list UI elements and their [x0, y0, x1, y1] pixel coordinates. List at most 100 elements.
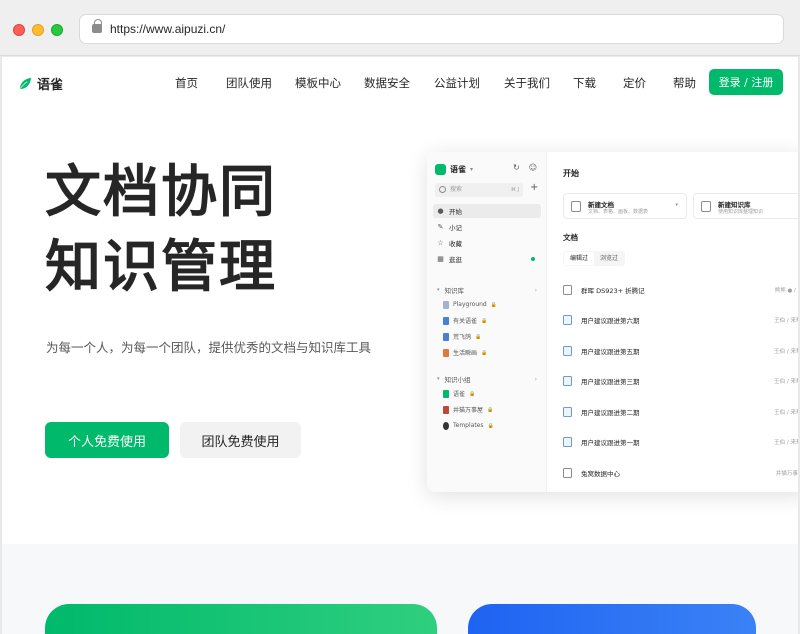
library-name: 有关语雀: [453, 318, 478, 325]
sidebar-item-label: 开始: [449, 208, 462, 216]
chevron-down-icon: ▾: [437, 376, 440, 382]
doc-row[interactable]: 兔窝数据中心 井猫万事屋 /: [563, 465, 798, 481]
lock-icon: 🔒: [475, 333, 482, 340]
doc-meta: 王伯 / 来帮语: [774, 349, 798, 355]
new-library-card[interactable]: 新建知识库 使用知识库整理知识: [693, 193, 798, 219]
sidebar-item-notes[interactable]: ✎ 小记: [433, 220, 541, 234]
lock-icon: [92, 19, 102, 33]
new-doc-icon: [571, 201, 581, 212]
minimize-window-button[interactable]: [32, 24, 44, 36]
maximize-window-button[interactable]: [51, 24, 63, 36]
pen-icon: ✎: [437, 223, 444, 231]
tab-viewed[interactable]: 浏览过: [594, 252, 624, 265]
library-name: Playground: [453, 301, 487, 308]
doc-name: 兔窝数据中心: [581, 470, 620, 478]
nav-security[interactable]: 数据安全: [364, 75, 410, 91]
book-icon: [443, 332, 449, 341]
logo-icon: [435, 164, 446, 175]
sidebar-item-explore[interactable]: ▦ 逛逛: [433, 252, 541, 266]
chevron-down-icon: ▾: [437, 287, 440, 293]
lock-icon: 🔒: [469, 390, 476, 397]
nav-download[interactable]: 下载: [573, 75, 596, 91]
group-item[interactable]: 井猫万事屋 🔒: [443, 403, 541, 416]
card-subtitle: 文档、表格、画板、数据表: [588, 209, 649, 215]
start-icon: ●: [437, 207, 444, 215]
group-name: 井猫万事屋: [453, 407, 484, 414]
groups-section-header[interactable]: ▾ 知识小组 ›: [437, 374, 537, 385]
add-icon[interactable]: +: [530, 182, 538, 193]
app-brand[interactable]: 语雀 ▾: [435, 164, 473, 175]
login-register-button[interactable]: 登录 / 注册: [709, 69, 783, 95]
main-title: 开始: [563, 169, 579, 178]
new-doc-card[interactable]: 新建文档 文档、表格、画板、数据表 ▾: [563, 193, 687, 219]
nav-team[interactable]: 团队使用: [226, 75, 272, 91]
refresh-icon[interactable]: ↻: [513, 163, 520, 172]
nav-about[interactable]: 关于我们: [504, 75, 550, 91]
library-section-header[interactable]: ▾ 知识库 ›: [437, 285, 537, 296]
sidebar-item-favorites[interactable]: ☆ 收藏: [433, 236, 541, 250]
brand-logo[interactable]: 语雀: [18, 74, 63, 93]
book-icon: [443, 316, 449, 325]
nav-help[interactable]: 帮助: [673, 75, 696, 91]
doc-icon: [563, 468, 572, 478]
tab-edited[interactable]: 编辑过: [564, 252, 595, 265]
doc-row[interactable]: 用户建议跟进第六期 王伯 / 来帮语: [563, 312, 798, 328]
sheet-icon: [563, 376, 572, 386]
hero-title-line1: 文档协同: [45, 160, 277, 225]
feature-card-team[interactable]: [468, 604, 756, 634]
doc-row[interactable]: 群晖 DS923+ 折腾记 熊熊 ● / 🐱 /: [563, 282, 798, 298]
nav-templates[interactable]: 模板中心: [295, 75, 341, 91]
doc-meta: 王伯 / 来帮语: [774, 379, 798, 385]
book-icon: [443, 300, 449, 309]
chevron-down-icon[interactable]: ▾: [675, 202, 678, 208]
sidebar-search-input[interactable]: 搜索 ⌘ J: [435, 183, 523, 197]
sheet-icon: [563, 315, 572, 325]
doc-meta: 王伯 / 来帮语: [774, 410, 798, 416]
lock-icon: 🔒: [487, 422, 494, 429]
lock-icon: 🔒: [490, 301, 497, 308]
lower-section: [2, 544, 798, 634]
search-placeholder: 搜索: [450, 186, 463, 193]
library-item[interactable]: 有关语雀 🔒: [443, 314, 541, 327]
doc-name: 用户建议跟进第二期: [581, 409, 640, 417]
nav-pricing[interactable]: 定价: [623, 75, 646, 91]
doc-meta: 王伯 / 来帮语: [774, 318, 798, 324]
library-item[interactable]: Playground 🔒: [443, 298, 541, 311]
chevron-down-icon: ▾: [470, 166, 474, 173]
personal-free-button[interactable]: 个人免费使用: [45, 422, 169, 458]
doc-name: 用户建议跟进第六期: [581, 317, 640, 325]
group-item[interactable]: 语雀 🔒: [443, 387, 541, 400]
lock-icon: 🔒: [481, 349, 488, 356]
nav-home[interactable]: 首页: [175, 75, 198, 91]
docs-section-title: 文档: [563, 233, 578, 242]
card-subtitle: 使用知识库整理知识: [718, 209, 764, 215]
doc-icon: [563, 285, 572, 295]
address-bar[interactable]: https://www.aipuzi.cn/: [79, 14, 784, 44]
avatar[interactable]: ☺: [529, 163, 537, 172]
sheet-icon: [563, 346, 572, 356]
sidebar-item-start[interactable]: ● 开始: [433, 204, 541, 218]
doc-meta: 熊熊 ● / 🐱 /: [774, 288, 798, 294]
sidebar-item-label: 逛逛: [449, 256, 462, 264]
library-item[interactable]: 荒飞鸽 🔒: [443, 330, 541, 343]
doc-name: 用户建议跟进第三期: [581, 378, 640, 386]
url-text[interactable]: https://www.aipuzi.cn/: [110, 22, 225, 36]
doc-row[interactable]: 用户建议跟进第三期 王伯 / 来帮语: [563, 373, 798, 389]
group-item[interactable]: Templates 🔒: [443, 419, 541, 432]
doc-name: 用户建议跟进第五期: [581, 348, 640, 356]
nav-charity[interactable]: 公益计划: [434, 75, 480, 91]
github-icon: [443, 421, 449, 430]
close-window-button[interactable]: [13, 24, 25, 36]
logo-icon: [19, 77, 32, 90]
sidebar-item-label: 收藏: [449, 240, 462, 248]
doc-name: 用户建议跟进第一期: [581, 439, 640, 447]
doc-row[interactable]: 用户建议跟进第五期 王伯 / 来帮语: [563, 343, 798, 359]
team-free-button[interactable]: 团队免费使用: [180, 422, 301, 458]
app-preview: 语雀 ▾ ↻ ☺ 搜索 ⌘ J + ● 开始 ✎ 小记 ☆ 收藏 ▦ 逛逛 ▾ …: [427, 152, 798, 492]
library-item[interactable]: 生活瞬画 🔒: [443, 346, 541, 359]
group-name: 语雀: [453, 391, 466, 398]
doc-row[interactable]: 用户建议跟进第一期 王伯 / 来帮语: [563, 434, 798, 450]
feature-card-personal[interactable]: [45, 604, 437, 634]
doc-row[interactable]: 用户建议跟进第二期 王伯 / 来帮语: [563, 404, 798, 420]
notification-dot: [531, 257, 535, 261]
